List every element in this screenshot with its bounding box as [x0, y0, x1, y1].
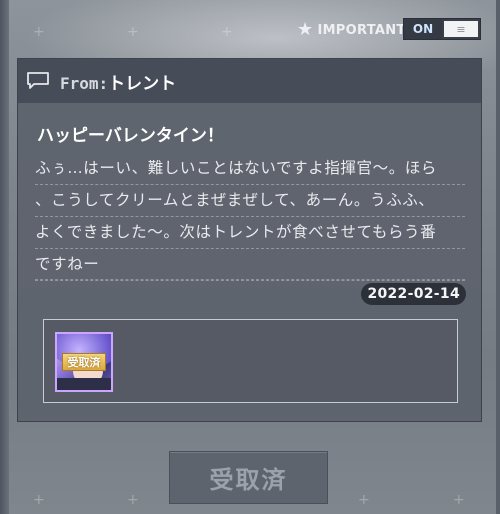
bg-plus-decoration: + — [358, 492, 370, 508]
mail-body-line: ふぅ…はーい、難しいことはないですよ指揮官～。ほら — [35, 153, 465, 185]
portrait-clothing — [57, 378, 111, 390]
body-divider — [35, 279, 465, 280]
attachment-item[interactable]: 受取済 — [55, 332, 113, 392]
mail-header: From: トレント — [18, 59, 481, 103]
mail-body-line: 、こうしてクリームとまぜまぜして、あーん。うふふ、 — [35, 185, 465, 217]
important-filter-label: ★ IMPORTANT — [297, 20, 406, 40]
sender-name: トレント — [108, 73, 177, 94]
speech-bubble-icon — [27, 72, 49, 89]
bg-plus-decoration: + — [33, 24, 45, 40]
bg-plus-decoration: + — [453, 492, 465, 508]
important-toggle[interactable]: ON ≡ — [403, 18, 481, 40]
mail-date-badge: 2022-02-14 — [361, 283, 466, 305]
mail-panel: From: トレント ハッピーバレンタイン！ ふぅ…はーい、難しいことはないです… — [17, 58, 482, 422]
claimed-status-tag: 受取済 — [62, 353, 106, 371]
claim-button[interactable]: 受取済 — [169, 451, 328, 504]
bg-plus-decoration: + — [127, 24, 139, 40]
bg-plus-decoration: + — [127, 492, 139, 508]
mail-title: ハッピーバレンタイン！ — [37, 126, 224, 146]
grip-icon: ≡ — [456, 22, 466, 36]
bg-plus-decoration: + — [221, 24, 233, 40]
sender-prefix: From: — [60, 73, 109, 93]
window-frame-left — [0, 0, 9, 514]
toggle-knob[interactable]: ≡ — [444, 21, 478, 37]
mail-body: ふぅ…はーい、難しいことはないですよ指揮官～。ほら 、こうしてクリームとまぜまぜ… — [35, 153, 465, 281]
star-icon: ★ — [297, 19, 314, 40]
window-frame-right — [496, 0, 500, 514]
attachment-box: 受取済 — [43, 319, 458, 403]
mail-body-line: ですねー — [35, 249, 465, 281]
important-label-text: IMPORTANT — [317, 22, 406, 38]
bg-plus-decoration: + — [33, 492, 45, 508]
toggle-state-label: ON — [404, 19, 442, 39]
mail-body-line: よくできました～。次はトレントが食べさせてもらう番 — [35, 217, 465, 249]
mail-sender: From: トレント — [60, 69, 176, 94]
